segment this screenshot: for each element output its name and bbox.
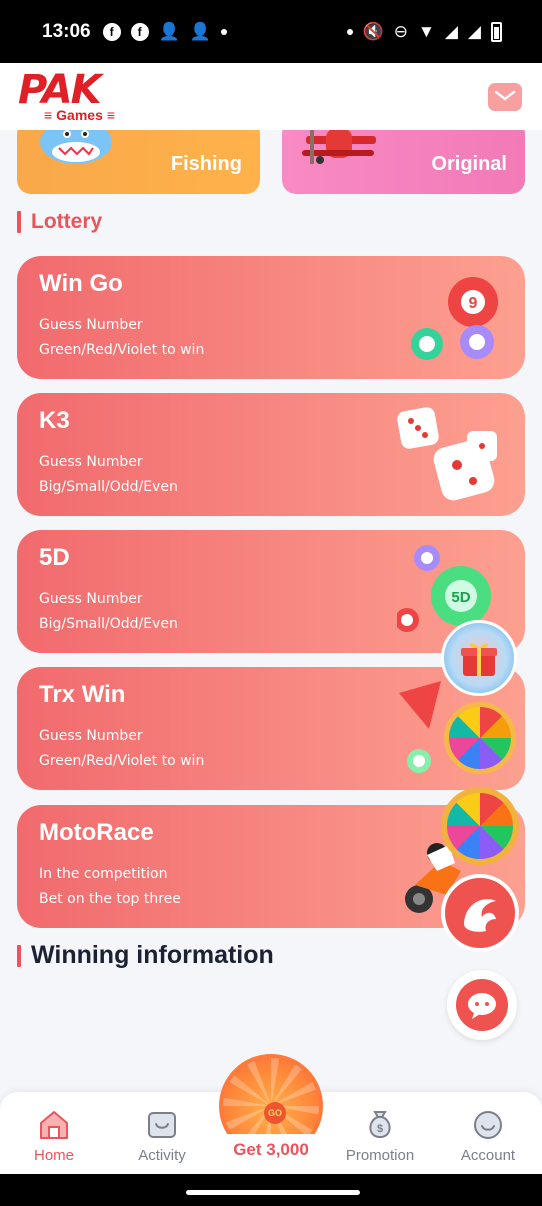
k3-card[interactable]: K3 Guess Number Big/Small/Odd/Even: [17, 393, 525, 516]
status-time: 13:06: [42, 20, 91, 42]
card-line2: Bet on the top three: [39, 891, 181, 907]
svg-text:5D: 5D: [451, 589, 470, 606]
chat-icon: [456, 979, 508, 1031]
signal-icon: ◢: [467, 21, 481, 41]
activity-icon: [148, 1112, 176, 1138]
dragon-float-button[interactable]: [441, 874, 519, 952]
chat-float-button[interactable]: [447, 970, 517, 1040]
mail-icon: [494, 90, 516, 101]
lucky-wheel-float-button[interactable]: [444, 702, 516, 774]
card-line1: In the competition: [39, 866, 168, 882]
fishing-card[interactable]: Fishing: [17, 120, 260, 194]
pak-games-logo[interactable]: PAK Games: [16, 67, 156, 127]
lottery-section-title: Lottery: [17, 210, 102, 234]
battery-icon: [491, 21, 502, 42]
card-line1: Guess Number: [39, 591, 143, 607]
wifi-icon: ▼: [418, 21, 435, 41]
gift-float-button[interactable]: [441, 620, 517, 696]
notification-dot: [220, 28, 227, 35]
go-badge: GO: [264, 1102, 286, 1124]
card-line2: Green/Red/Violet to win: [39, 342, 205, 358]
nav-promotion-label: Promotion: [345, 1147, 415, 1164]
spin-wheel-float-button[interactable]: [441, 787, 519, 865]
fishing-label: Fishing: [170, 153, 242, 175]
lottery-balls-icon: 9: [411, 277, 498, 360]
card-line1: Guess Number: [39, 728, 143, 744]
game-category-row: Fishing Original: [17, 120, 525, 194]
bonus-label: Get 3,000: [217, 1134, 325, 1166]
nav-home[interactable]: Home: [0, 1092, 108, 1174]
person-add-icon: 👤: [189, 21, 211, 41]
mute-icon: 🔇: [362, 21, 384, 41]
wingo-card[interactable]: Win Go Guess Number Green/Red/Violet to …: [17, 256, 525, 379]
facebook-icon: f: [102, 22, 121, 41]
status-bar: 13:06 f f 👤 👤 🔇 ⊖ ▼ ◢ ◢: [0, 0, 542, 63]
card-line2: Big/Small/Odd/Even: [39, 616, 178, 632]
card-line1: Guess Number: [39, 454, 143, 470]
card-line1: Guess Number: [39, 317, 143, 333]
nav-account-label: Account: [460, 1147, 516, 1164]
card-line2: Green/Red/Violet to win: [39, 753, 205, 769]
card-title: Trx Win: [39, 681, 126, 708]
logo-sub: Games: [40, 107, 119, 123]
money-bag-icon: $: [369, 1111, 391, 1139]
nav-home-label: Home: [33, 1147, 74, 1164]
mail-button[interactable]: [488, 82, 522, 111]
card-title: Win Go: [39, 270, 123, 297]
home-gesture-handle[interactable]: [186, 1190, 360, 1195]
gift-icon: [461, 643, 497, 676]
home-icon: [40, 1111, 68, 1139]
notification-dot: [346, 28, 353, 35]
gesture-bar: [0, 1174, 542, 1206]
card-title: K3: [39, 407, 70, 434]
get-bonus-button[interactable]: GO Get 3,000: [217, 1054, 325, 1174]
person-add-icon: 👤: [158, 21, 180, 41]
account-icon: [474, 1111, 502, 1139]
original-label: Original: [431, 153, 507, 175]
nav-activity-label: Activity: [138, 1147, 186, 1164]
nav-activity[interactable]: Activity: [108, 1092, 216, 1174]
original-card[interactable]: Original: [282, 120, 525, 194]
app-header: PAK Games: [0, 63, 542, 130]
dice-icon: [397, 407, 497, 501]
facebook-icon: f: [130, 22, 149, 41]
dnd-icon: ⊖: [393, 21, 409, 41]
card-title: 5D: [39, 544, 70, 571]
signal-icon: ◢: [444, 21, 458, 41]
nav-account[interactable]: Account: [434, 1092, 542, 1174]
svg-text:$: $: [377, 1123, 383, 1135]
nav-promotion[interactable]: $ Promotion: [326, 1092, 434, 1174]
dragon-icon: [464, 899, 496, 932]
card-title: MotoRace: [39, 819, 154, 846]
svg-text:9: 9: [469, 295, 478, 312]
winning-section-title: Winning information: [17, 941, 274, 970]
card-line2: Big/Small/Odd/Even: [39, 479, 178, 495]
